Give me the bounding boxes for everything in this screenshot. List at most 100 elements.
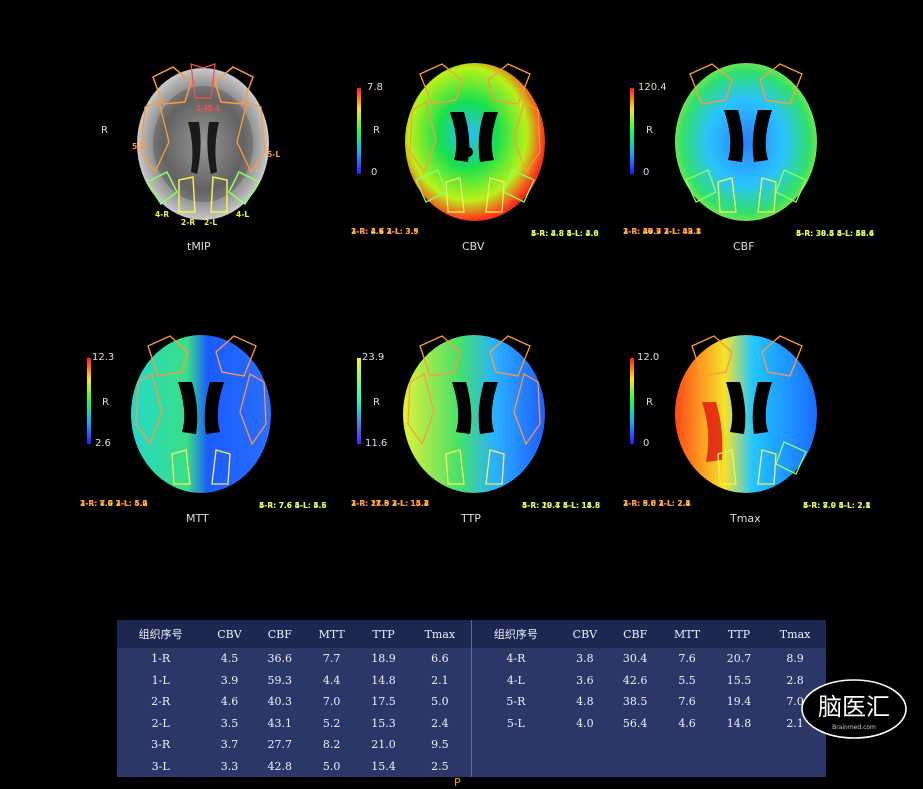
col-header: 组织序号: [117, 620, 205, 648]
map-label: tMIP: [187, 240, 211, 253]
table-cell: [660, 734, 713, 756]
table-cell: 7.6: [678, 695, 696, 709]
table-cell: [714, 756, 764, 778]
table-cell: [660, 756, 713, 778]
roi-value-row: 5-R: 7.0 5-L: 2.1: [803, 501, 871, 510]
table-cell: 2.4: [431, 716, 449, 730]
roi-value-row: 5-R: 7.6 5-L: 4.6: [259, 501, 327, 510]
table-cell: 21.0: [371, 738, 396, 752]
table-cell: 5-L: [470, 712, 560, 734]
roi-value-row: 3-R: 8.2 3-L: 5.0: [80, 499, 148, 508]
table-cell: 3.6: [576, 673, 594, 687]
table-cell: 27.7: [267, 738, 293, 752]
logo-subtext: Brainmed.com: [832, 724, 876, 731]
table-cell: 56.4: [622, 716, 648, 730]
scale-max: 7.8: [367, 82, 383, 93]
table-cell: 3-R: [151, 738, 171, 752]
table-cell: [714, 734, 764, 756]
map-label: Tmax: [730, 512, 761, 525]
side-marker: R: [373, 125, 380, 136]
table-cell: 14.8: [371, 673, 396, 687]
table-cell: 4.4: [322, 673, 341, 687]
table-cell: [764, 756, 826, 778]
color-scale: [87, 358, 91, 444]
scale-min: 0: [643, 438, 650, 449]
scale-min: 2.6: [95, 438, 111, 449]
table-cell: 6.6: [431, 652, 449, 666]
table-cell: 4-R: [470, 648, 560, 670]
table-cell: 4.6: [678, 716, 696, 730]
table-cell: [470, 755, 560, 777]
table-cell: 15.3: [371, 716, 396, 730]
color-scale: [630, 358, 634, 444]
table-cell: 4.6: [220, 695, 239, 709]
color-scale: [630, 88, 634, 174]
table-cell: 3.5: [220, 716, 239, 730]
brain-slice-tmax: [675, 335, 817, 493]
table-cell: 4.5: [220, 652, 239, 666]
table-cell: 4.8: [576, 695, 594, 709]
logo-text: 脑医汇: [818, 693, 890, 721]
table-cell: 5.5: [678, 673, 696, 687]
table-cell: 2-L: [151, 716, 170, 730]
col-header: TTP: [713, 620, 765, 648]
roi-label: 5-L: [267, 150, 281, 159]
table-cell: 20.7: [726, 652, 752, 666]
col-header: Tmax: [764, 620, 826, 648]
roi-results-table: 组织序号 CBV CBF MTT TTP Tmax 组织序号 CBV CBF M…: [117, 620, 826, 777]
table-cell: [470, 734, 560, 756]
roi-label: 2-R: [181, 218, 196, 227]
col-header: TTP: [358, 620, 409, 648]
roi-label: 2-L: [204, 218, 218, 227]
roi-value-row: 5-R: 19.4 5-L: 14.8: [522, 501, 601, 510]
table-cell: [610, 734, 660, 756]
table-cell: 19.4: [726, 695, 752, 709]
table-cell: 3.7: [220, 738, 239, 752]
scale-min: 0: [371, 167, 378, 178]
table-body: 1-R 4.5 36.6 7.7 18.9 6.6 4-R 3.8 30.4 7.6 20.7 8.9…: [117, 648, 826, 777]
table-cell: 7.6: [678, 652, 696, 666]
brain-slice-cbv: [405, 63, 545, 221]
map-label: TTP: [461, 512, 481, 525]
table-cell: 30.4: [622, 652, 648, 666]
brain-slice-cbf: [675, 63, 817, 221]
table-cell: 2.5: [431, 759, 449, 773]
table-cell: 15.5: [726, 673, 752, 687]
table-cell: 14.8: [726, 716, 752, 730]
table-cell: [610, 756, 660, 778]
roi-value-row: 3-R: 9.5 3-L: 2.5: [623, 499, 691, 508]
side-marker: R: [373, 397, 380, 408]
map-label: CBV: [462, 240, 485, 253]
roi-value-row: 5-R: 38.5 5-L: 56.4: [796, 229, 875, 238]
table-cell: 3.3: [220, 759, 239, 773]
table-cell: 15.4: [371, 759, 396, 773]
table-cell: 5.0: [322, 759, 341, 773]
table-cell: 8.9: [786, 652, 804, 666]
table-cell: 7.0: [322, 695, 341, 709]
table-cell: 42.8: [267, 759, 293, 773]
table-cell: 18.9: [371, 652, 396, 666]
scale-max: 12.3: [92, 352, 115, 363]
table-cell: 40.3: [267, 695, 293, 709]
table-cell: 43.1: [267, 716, 293, 730]
scale-min: 11.6: [365, 438, 388, 449]
color-scale: [357, 88, 361, 174]
table-row: 3-R 3.7 27.7 8.2 21.0 9.5: [117, 734, 826, 756]
table-cell: [560, 756, 610, 778]
table-header-row: 组织序号 CBV CBF MTT TTP Tmax 组织序号 CBV CBF M…: [117, 620, 826, 648]
table-cell: 4.0: [576, 716, 594, 730]
table-row: 2-L 3.5 43.1 5.2 15.3 2.4 5-L 4.0 56.4 4.6 14.8 2.1: [117, 712, 826, 734]
table-row: 2-R 4.6 40.3 7.0 17.5 5.0 5-R 4.8 38.5 7.6 19.4 7.0: [117, 691, 826, 713]
col-header: CBV: [559, 620, 610, 648]
col-header: MTT: [304, 620, 359, 648]
table-cell: 1-R: [151, 652, 171, 666]
roi-label: 1-L: [208, 104, 222, 113]
roi-value-row: 5-R: 4.8 5-L: 4.0: [531, 229, 599, 238]
roi-value-row: 3-R: 3.7 3-L: 3.3: [351, 227, 419, 236]
scale-min: 0: [643, 167, 650, 178]
brain-slice-tmip: [137, 63, 269, 220]
col-header: CBF: [610, 620, 661, 648]
scale-max: 12.0: [637, 352, 660, 363]
roi-label: 5-R: [132, 142, 147, 151]
scale-max: 23.9: [362, 352, 385, 363]
